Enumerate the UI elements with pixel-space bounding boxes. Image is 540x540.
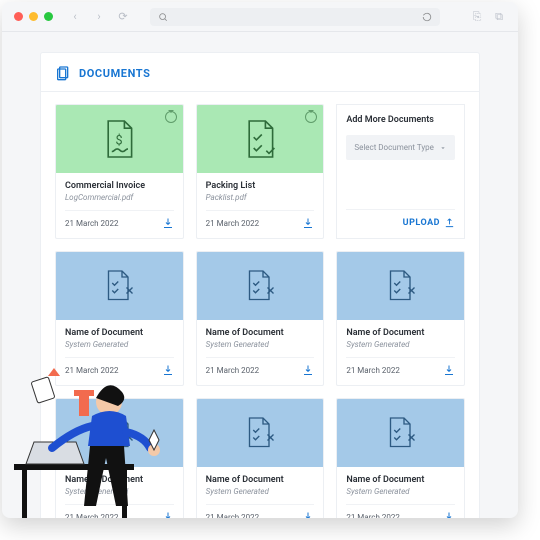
checklist-file-icon xyxy=(242,411,278,455)
doc-filename: System Generated xyxy=(346,340,455,349)
doc-date: 21 March 2022 xyxy=(206,366,260,375)
doc-filename: Packlist.pdf xyxy=(206,193,315,202)
download-icon[interactable] xyxy=(162,217,174,229)
search-icon xyxy=(158,12,168,22)
checklist-file-icon xyxy=(383,411,419,455)
doc-date: 21 March 2022 xyxy=(346,513,400,519)
download-icon[interactable] xyxy=(162,364,174,376)
download-icon[interactable] xyxy=(302,217,314,229)
sync-icon xyxy=(165,111,177,123)
divider xyxy=(41,91,479,92)
download-icon[interactable] xyxy=(302,511,314,518)
download-icon[interactable] xyxy=(443,364,455,376)
checklist-file-icon xyxy=(101,411,137,455)
thumbnail xyxy=(197,399,324,467)
app-window: ‹ › ⟳ ⎘ ⧉ DOCUMENTS $ Commercial Invoic xyxy=(2,2,518,518)
checklist-file-icon xyxy=(383,264,419,308)
doc-title: Name of Document xyxy=(65,475,174,485)
doc-date: 21 March 2022 xyxy=(346,366,400,375)
thumbnail xyxy=(197,105,324,173)
thumbnail xyxy=(337,252,464,320)
document-card[interactable]: Name of Document System Generated 21 March… xyxy=(336,251,465,386)
documents-panel: DOCUMENTS $ Commercial Invoice LogCommer… xyxy=(40,52,480,518)
invoice-file-icon: $ xyxy=(101,117,137,161)
document-card[interactable]: Packing List Packlist.pdf 21 March 2022 xyxy=(196,104,325,239)
doc-title: Commercial Invoice xyxy=(65,181,174,191)
forward-button[interactable]: › xyxy=(91,9,107,25)
doc-title: Packing List xyxy=(206,181,315,191)
doc-title: Name of Document xyxy=(206,475,315,485)
document-card[interactable]: Name of Document System Generated 21 March… xyxy=(196,251,325,386)
panel-title: DOCUMENTS xyxy=(79,67,151,80)
download-icon[interactable] xyxy=(162,511,174,518)
thumbnail: $ xyxy=(56,105,183,173)
titlebar: ‹ › ⟳ ⎘ ⧉ xyxy=(2,2,518,32)
checklist-file-icon xyxy=(242,117,278,161)
checklist-file-icon xyxy=(101,264,137,308)
doc-filename: System Generated xyxy=(346,487,455,496)
doc-filename: LogCommercial.pdf xyxy=(65,193,174,202)
document-card[interactable]: Name of Document System Generated 21 March… xyxy=(55,251,184,386)
doc-title: Name of Document xyxy=(65,328,174,338)
refresh-icon[interactable] xyxy=(422,12,432,22)
back-button[interactable]: ‹ xyxy=(67,9,83,25)
chevron-down-icon xyxy=(439,144,447,152)
download-icon[interactable] xyxy=(302,364,314,376)
doc-date: 21 March 2022 xyxy=(65,366,119,375)
doc-date: 21 March 2022 xyxy=(206,513,260,519)
download-icon[interactable] xyxy=(443,511,455,518)
sync-icon xyxy=(305,111,317,123)
document-card[interactable]: $ Commercial Invoice LogCommercial.pdf 2… xyxy=(55,104,184,239)
maximize-icon[interactable] xyxy=(44,12,53,21)
add-title: Add More Documents xyxy=(346,115,455,125)
address-bar[interactable] xyxy=(150,8,440,26)
add-document-card: Add More Documents Select Document Type … xyxy=(336,104,465,239)
upload-icon xyxy=(444,217,455,228)
document-card[interactable]: Name of Document System Generated 21 March… xyxy=(336,398,465,518)
doc-filename: System Generated xyxy=(206,340,315,349)
minimize-icon[interactable] xyxy=(29,12,38,21)
doc-title: Name of Document xyxy=(346,475,455,485)
doc-filename: System Generated xyxy=(65,487,174,496)
close-icon[interactable] xyxy=(14,12,23,21)
thumbnail xyxy=(56,399,183,467)
doc-title: Name of Document xyxy=(206,328,315,338)
document-type-select[interactable]: Select Document Type xyxy=(346,135,455,160)
document-grid: $ Commercial Invoice LogCommercial.pdf 2… xyxy=(41,104,479,518)
panel-header: DOCUMENTS xyxy=(41,53,479,91)
doc-filename: System Generated xyxy=(206,487,315,496)
documents-icon xyxy=(55,65,71,81)
document-card[interactable]: Name of Document System Generated 21 March… xyxy=(55,398,184,518)
svg-text:$: $ xyxy=(116,133,123,148)
select-placeholder: Select Document Type xyxy=(354,143,434,152)
attach-icon[interactable]: ⎘ xyxy=(470,10,484,24)
document-card[interactable]: Name of Document System Generated 21 March… xyxy=(196,398,325,518)
window-controls xyxy=(14,12,53,21)
thumbnail xyxy=(197,252,324,320)
doc-title: Name of Document xyxy=(346,328,455,338)
doc-date: 21 March 2022 xyxy=(206,219,260,228)
checklist-file-icon xyxy=(242,264,278,308)
reload-button[interactable]: ⟳ xyxy=(115,9,131,25)
doc-filename: System Generated xyxy=(65,340,174,349)
thumbnail xyxy=(337,399,464,467)
copy-icon[interactable]: ⧉ xyxy=(492,10,506,24)
upload-button[interactable]: UPLOAD xyxy=(403,218,440,228)
doc-date: 21 March 2022 xyxy=(65,219,119,228)
doc-date: 21 March 2022 xyxy=(65,513,119,519)
thumbnail xyxy=(56,252,183,320)
